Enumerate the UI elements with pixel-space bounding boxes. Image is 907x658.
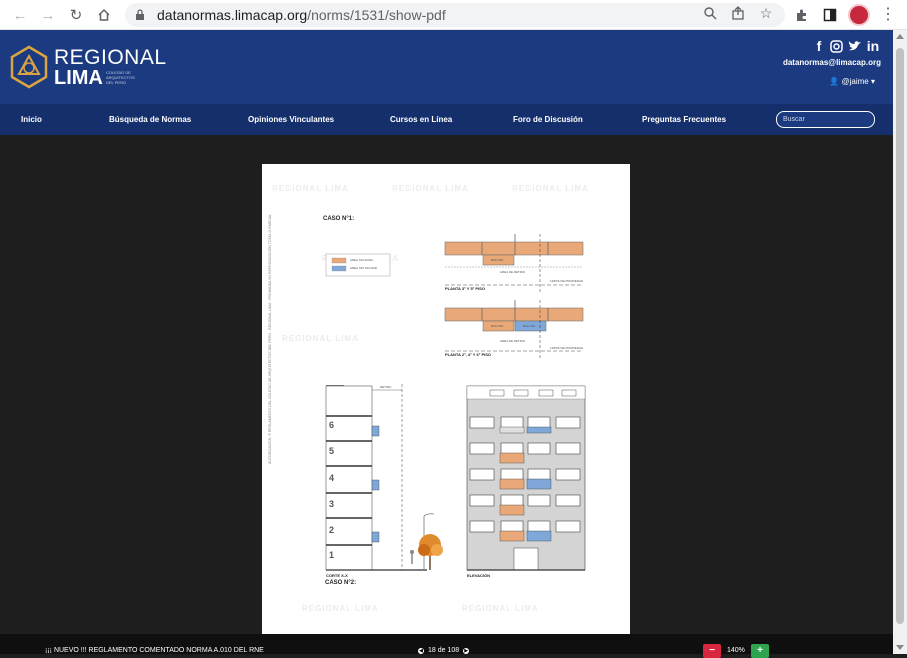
linkedin-icon[interactable]: in [866, 38, 880, 54]
zoom-level: 140% [727, 647, 745, 654]
scroll-down-icon[interactable] [896, 645, 904, 650]
nav-item-inicio[interactable]: Inicio [21, 115, 42, 124]
url-text: datanormas.limacap.org/norms/1531/show-p… [157, 7, 446, 23]
lock-icon [135, 8, 149, 22]
case-2-title: CASO N°2: [325, 580, 357, 586]
back-arrow-icon[interactable]: ← [10, 5, 30, 25]
area-retiro-1: AREA DE RETIRO [500, 270, 526, 274]
floor-4: 4 [329, 473, 335, 483]
side-panel-icon[interactable] [820, 5, 840, 25]
page-indicator: 18 de 108 [428, 647, 460, 654]
logo-text-lima: LIMA [54, 67, 103, 89]
nav-item-cursos[interactable]: Cursos en Línea [390, 115, 452, 124]
search-input[interactable] [776, 111, 875, 128]
browser-toolbar: ← → ↻ datanormas.limacap.org/norms/1531/… [0, 0, 907, 30]
zoom-out-button[interactable]: − [703, 644, 721, 658]
instagram-icon[interactable] [829, 38, 843, 54]
main-nav: Inicio Búsqueda de Normas Opiniones Vinc… [0, 104, 893, 135]
document-title: ¡¡¡ NUEVO !!! REGLAMENTO COMENTADO NORMA… [45, 647, 264, 654]
corte-label: CORTE X-X [326, 573, 348, 578]
caret-down-icon: ▾ [870, 77, 875, 86]
limite-propiedad-1: LIMITE DE PROPIEDAD [550, 279, 584, 283]
balcon-label-1: BALCON [491, 258, 504, 262]
pager: ◀ 18 de 108 ▶ [418, 647, 470, 654]
area-retiro-2: AREA DE RETIRO [500, 339, 526, 343]
zoom-in-button[interactable]: + [751, 644, 769, 658]
balcon-label-2: BALCON [491, 324, 504, 328]
page-scrollbar[interactable] [893, 30, 907, 654]
floor-6: 6 [329, 420, 335, 430]
limite-propiedad-2: LIMITE DE PROPIEDAD [550, 346, 584, 350]
plan-2 [444, 300, 584, 359]
facebook-icon[interactable]: f [814, 38, 824, 54]
share-icon[interactable] [729, 4, 747, 22]
floor-1: 1 [329, 550, 335, 560]
plan-2-label: PLANTA 2°, 4° Y 6° PISO [445, 352, 491, 357]
legend-sin-techar: AREA SIN TECHAR [350, 266, 377, 270]
extensions-icon[interactable] [792, 5, 812, 25]
user-name: @jaime [841, 77, 869, 86]
reload-icon[interactable]: ↻ [66, 5, 86, 25]
menu-kebab-icon[interactable]: ⋮ [880, 5, 896, 25]
architectural-drawing [325, 234, 586, 571]
elevacion-label: ELEVACIÓN [467, 573, 491, 578]
user-icon: 👤 [829, 77, 840, 86]
floor-2: 2 [329, 525, 335, 535]
home-icon[interactable] [94, 5, 114, 25]
prev-page-icon[interactable]: ◀ [418, 647, 424, 654]
floor-3: 3 [329, 499, 335, 509]
nav-item-opiniones[interactable]: Opiniones Vinculantes [248, 115, 334, 124]
retiro-label: RETIRO [380, 385, 392, 389]
plan-1-label: PLANTA 3° Y 5° PISO [445, 286, 485, 291]
floor-5: 5 [329, 446, 335, 456]
header-email[interactable]: datanormas@limacap.org [783, 58, 881, 67]
case-1-title: CASO N°1: [323, 216, 355, 222]
nav-item-preguntas[interactable]: Preguntas Frecuentes [642, 115, 726, 124]
twitter-icon[interactable] [847, 38, 862, 54]
profile-avatar[interactable] [848, 4, 870, 26]
zoom-icon[interactable] [701, 4, 719, 22]
balcon-label-3: BALCON [523, 324, 536, 328]
pdf-page: REGIONAL LIMA REGIONAL LIMA REGIONAL LIM… [262, 164, 630, 634]
scroll-up-icon[interactable] [896, 34, 904, 39]
bookmark-star-icon[interactable]: ☆ [757, 4, 775, 22]
site-header: REGIONAL LIMA COLEGIO DE ARQUITECTOS DEL… [0, 30, 893, 104]
scroll-thumb[interactable] [896, 48, 904, 624]
address-bar[interactable]: datanormas.limacap.org/norms/1531/show-p… [125, 3, 785, 27]
legend-techada: AREA TECHADA [350, 258, 374, 262]
nav-item-busqueda[interactable]: Búsqueda de Normas [109, 115, 191, 124]
elevation-drawing [466, 385, 586, 571]
pdf-toolbar: ¡¡¡ NUEVO !!! REGLAMENTO COMENTADO NORMA… [0, 634, 893, 658]
logo-subtitle: COLEGIO DE ARQUITECTOS DEL PERÚ [106, 70, 135, 85]
forward-arrow-icon[interactable]: → [38, 5, 58, 25]
user-menu[interactable]: 👤 @jaime ▾ [829, 77, 875, 86]
nav-item-foro[interactable]: Foro de Discusión [513, 115, 583, 124]
section-drawing [325, 384, 443, 571]
logo-icon[interactable] [10, 45, 48, 89]
plan-1 [444, 234, 584, 294]
next-page-icon[interactable]: ▶ [463, 647, 470, 654]
